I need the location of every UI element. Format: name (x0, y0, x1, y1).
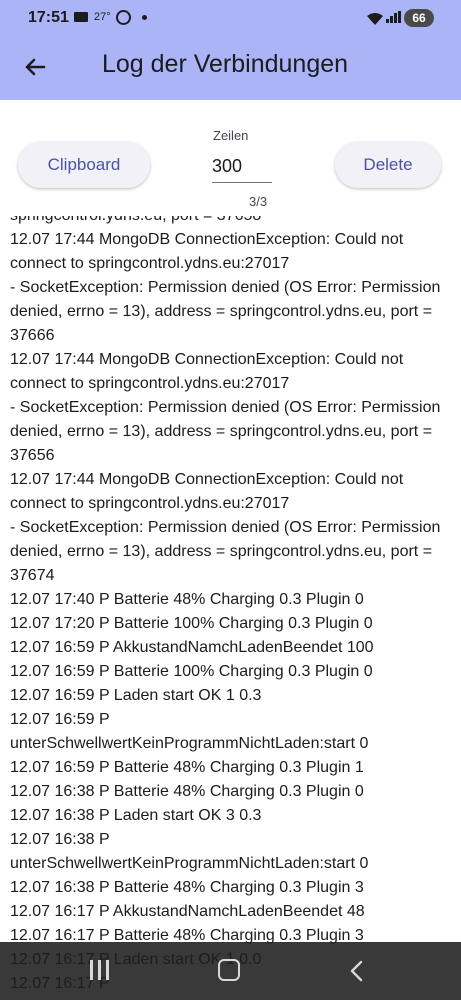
status-temperature: 27° (94, 11, 111, 23)
app-bar: Log der Verbindungen (0, 36, 461, 100)
log-entry: 12.07 16:59 P Batterie 48% Charging 0.3 … (10, 759, 364, 776)
log-entry: 12.07 17:44 MongoDB ConnectionException:… (10, 351, 404, 392)
status-time: 17:51 (28, 9, 69, 26)
log-entry: 12.07 16:38 P Laden start OK 3 0.3 (10, 807, 262, 824)
log-entry: 12.07 16:59 P Batterie 100% Charging 0.3… (10, 663, 373, 680)
log-entry: 12.07 16:17 P AkkustandNamchLadenBeendet… (10, 903, 365, 920)
log-entry: 12.07 16:59 P unterSchwellwertKeinProgra… (10, 711, 369, 752)
log-entry: 12.07 17:20 P Batterie 100% Charging 0.3… (10, 615, 373, 632)
log-cut-line: springcontrol.ydns.eu, port = 37658 (10, 216, 450, 228)
log-entry: 12.07 17:40 P Batterie 48% Charging 0.3 … (10, 591, 364, 608)
log-text: springcontrol.ydns.eu, port = 37658 12.0… (10, 216, 450, 996)
zeilen-input[interactable] (212, 152, 272, 183)
signal-icon (386, 11, 402, 23)
alarm-icon (116, 10, 131, 25)
zeilen-counter: 3/3 (249, 194, 268, 209)
navigation-bar (0, 942, 461, 1000)
recents-icon[interactable] (90, 960, 110, 982)
nav-back-icon[interactable] (348, 960, 366, 982)
back-arrow-icon[interactable] (20, 52, 50, 82)
status-bar: 17:51 27° 66 (0, 0, 461, 36)
delete-button[interactable]: Delete (335, 142, 441, 188)
notification-dot-icon (142, 15, 147, 20)
log-entry: 12.07 16:38 P unterSchwellwertKeinProgra… (10, 831, 369, 872)
log-entry: 12.07 16:38 P Batterie 48% Charging 0.3 … (10, 879, 364, 896)
log-scroll-area[interactable]: springcontrol.ydns.eu, port = 37658 12.0… (0, 210, 461, 1000)
log-entry: 12.07 17:44 MongoDB ConnectionException:… (10, 471, 404, 512)
log-entry: - SocketException: Permission denied (OS… (10, 519, 441, 584)
log-entry: 12.07 17:44 MongoDB ConnectionException:… (10, 231, 404, 272)
log-entry: 12.07 16:38 P Batterie 48% Charging 0.3 … (10, 783, 364, 800)
wifi-icon (366, 12, 384, 29)
clipboard-button[interactable]: Clipboard (18, 142, 150, 188)
controls: Clipboard Zeilen 3/3 Delete (0, 100, 461, 218)
home-icon[interactable] (218, 959, 240, 981)
zeilen-label: Zeilen (213, 128, 249, 143)
log-entry: - SocketException: Permission denied (OS… (10, 279, 441, 344)
log-lines: 12.07 17:44 MongoDB ConnectionException:… (10, 228, 450, 996)
log-entry: 12.07 16:59 P AkkustandNamchLadenBeendet… (10, 639, 374, 656)
log-entry: - SocketException: Permission denied (OS… (10, 399, 441, 464)
mail-icon (74, 12, 88, 22)
battery-icon: 66 (404, 9, 434, 27)
page-title: Log der Verbindungen (102, 50, 349, 78)
log-cut-text: springcontrol.ydns.eu, port = 37658 (10, 216, 261, 228)
log-entry: 12.07 16:59 P Laden start OK 1 0.3 (10, 687, 262, 704)
